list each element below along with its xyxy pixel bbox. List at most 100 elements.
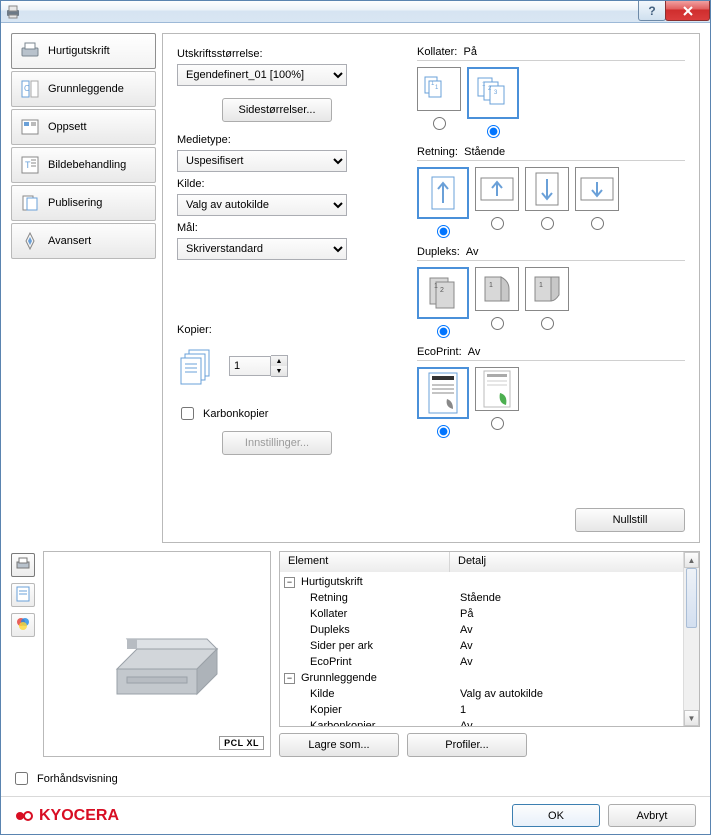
driver-badge: PCL XL — [219, 736, 264, 750]
tab-label: Publisering — [48, 197, 102, 209]
page-sizes-button[interactable]: Sidestørrelser... — [222, 98, 332, 122]
eco-on-thumb[interactable] — [475, 367, 519, 411]
orient-portrait-radio[interactable] — [437, 225, 450, 238]
tab-quick-print[interactable]: Hurtigutskrift — [11, 33, 156, 69]
orient-landscape-rot-radio[interactable] — [591, 217, 604, 230]
summary-value: Stående — [460, 592, 679, 604]
orient-portrait-rot-radio[interactable] — [541, 217, 554, 230]
preview-checkbox[interactable] — [15, 772, 28, 785]
collate-off-thumb[interactable]: 11 — [417, 67, 461, 111]
basic-icon: C — [20, 79, 40, 99]
col-element-header[interactable]: Element — [280, 552, 450, 572]
duplex-long-thumb[interactable]: 1 — [475, 267, 519, 311]
copies-spin-up[interactable]: ▲ — [271, 356, 287, 366]
duplex-off-thumb[interactable]: 12 — [417, 267, 469, 319]
cancel-button[interactable]: Avbryt — [608, 804, 696, 827]
summary-row[interactable]: EcoPrint Av — [284, 654, 679, 670]
imaging-icon: T — [20, 155, 40, 175]
summary-row[interactable]: Karbonkopier Av — [284, 718, 679, 726]
duplex-short-radio[interactable] — [541, 317, 554, 330]
tree-group-label: Hurtigutskrift — [301, 576, 363, 588]
printer-image — [87, 599, 227, 709]
duplex-long-radio[interactable] — [491, 317, 504, 330]
media-type-select[interactable]: Uspesifisert — [177, 150, 347, 172]
category-tabs: Hurtigutskrift C Grunnleggende Oppsett — [11, 33, 156, 543]
summary-row[interactable]: DupleksAv — [284, 622, 679, 638]
ecoprint-title: EcoPrint: Av — [417, 346, 685, 358]
summary-key: Karbonkopier — [310, 720, 375, 726]
orient-landscape-thumb[interactable] — [475, 167, 519, 211]
svg-text:T: T — [25, 160, 31, 170]
duplex-short-thumb[interactable]: 1 — [525, 267, 569, 311]
preview-tab-printer[interactable] — [11, 553, 35, 577]
tree-expander[interactable]: − — [284, 577, 295, 588]
summary-key: EcoPrint — [310, 656, 352, 668]
page-small-icon — [16, 586, 30, 605]
svg-text:1: 1 — [434, 283, 438, 290]
destination-select[interactable]: Skriverstandard — [177, 238, 347, 260]
eco-off-thumb[interactable] — [417, 367, 469, 419]
profiles-button[interactable]: Profiler... — [407, 733, 527, 757]
summary-scrollbar[interactable]: ▲ ▼ — [683, 552, 699, 726]
close-button[interactable] — [665, 1, 710, 21]
print-preferences-window: ? Hurtigutskrift C Grunnlegge — [0, 0, 711, 835]
summary-row[interactable]: KildeValg av autokilde — [284, 686, 679, 702]
eco-off-radio[interactable] — [437, 425, 450, 438]
summary-row[interactable]: KollaterPå — [284, 606, 679, 622]
orient-landscape-rot-thumb[interactable] — [575, 167, 619, 211]
summary-key: Kilde — [310, 688, 334, 700]
reset-button[interactable]: Nullstill — [575, 508, 685, 532]
copies-input[interactable] — [229, 356, 271, 376]
summary-value: Av — [460, 640, 679, 652]
summary-row[interactable]: Retning Stående — [284, 590, 679, 606]
carbon-copies-checkbox[interactable] — [181, 407, 194, 420]
tab-imaging[interactable]: T Bildebehandling — [11, 147, 156, 183]
tree-expander[interactable]: − — [284, 673, 295, 684]
duplex-off-radio[interactable] — [437, 325, 450, 338]
orient-portrait-rot-thumb[interactable] — [525, 167, 569, 211]
brand-logo: KYOCERA — [15, 807, 119, 825]
collate-off-radio[interactable] — [433, 117, 446, 130]
summary-value: På — [460, 608, 679, 620]
ok-button[interactable]: OK — [512, 804, 600, 827]
save-as-button[interactable]: Lagre som... — [279, 733, 399, 757]
orientation-title: Retning: Stående — [417, 146, 685, 158]
scroll-down-button[interactable]: ▼ — [684, 710, 699, 726]
svg-text:C: C — [24, 84, 30, 93]
duplex-title: Dupleks: Av — [417, 246, 685, 258]
preview-checkbox-label: Forhåndsvisning — [37, 773, 118, 785]
summary-row[interactable]: Sider per arkAv — [284, 638, 679, 654]
printer-preview: PCL XL — [43, 551, 271, 757]
copies-label: Kopier: — [177, 324, 377, 336]
source-select[interactable]: Valg av autokilde — [177, 194, 347, 216]
tab-label: Grunnleggende — [48, 83, 124, 95]
collate-on-thumb[interactable]: 123 — [467, 67, 519, 119]
preview-tab-page[interactable] — [11, 583, 35, 607]
orient-portrait-thumb[interactable] — [417, 167, 469, 219]
help-button[interactable]: ? — [638, 1, 666, 21]
summary-value: Av — [460, 720, 679, 726]
tab-advanced[interactable]: Avansert — [11, 223, 156, 259]
destination-label: Mål: — [177, 222, 377, 234]
kyocera-icon — [15, 807, 33, 825]
print-size-select[interactable]: Egendefinert_01 [100%] — [177, 64, 347, 86]
titlebar: ? — [1, 1, 710, 23]
tab-publishing[interactable]: Publisering — [11, 185, 156, 221]
copies-spin-down[interactable]: ▼ — [271, 366, 287, 376]
preview-tab-color[interactable] — [11, 613, 35, 637]
eco-on-radio[interactable] — [491, 417, 504, 430]
tab-layout[interactable]: Oppsett — [11, 109, 156, 145]
summary-key: Retning — [310, 592, 348, 604]
orient-landscape-radio[interactable] — [491, 217, 504, 230]
scroll-thumb[interactable] — [686, 568, 697, 628]
advanced-icon — [20, 231, 40, 251]
scroll-up-button[interactable]: ▲ — [684, 552, 699, 568]
print-size-label: Utskriftsstørrelse: — [177, 48, 377, 60]
summary-value: Av — [460, 624, 679, 636]
summary-value: Av — [460, 656, 679, 668]
collate-on-radio[interactable] — [487, 125, 500, 138]
carbon-settings-button: Innstillinger... — [222, 431, 332, 455]
summary-row[interactable]: Kopier1 — [284, 702, 679, 718]
tab-basic[interactable]: C Grunnleggende — [11, 71, 156, 107]
col-detail-header[interactable]: Detalj — [450, 552, 699, 572]
